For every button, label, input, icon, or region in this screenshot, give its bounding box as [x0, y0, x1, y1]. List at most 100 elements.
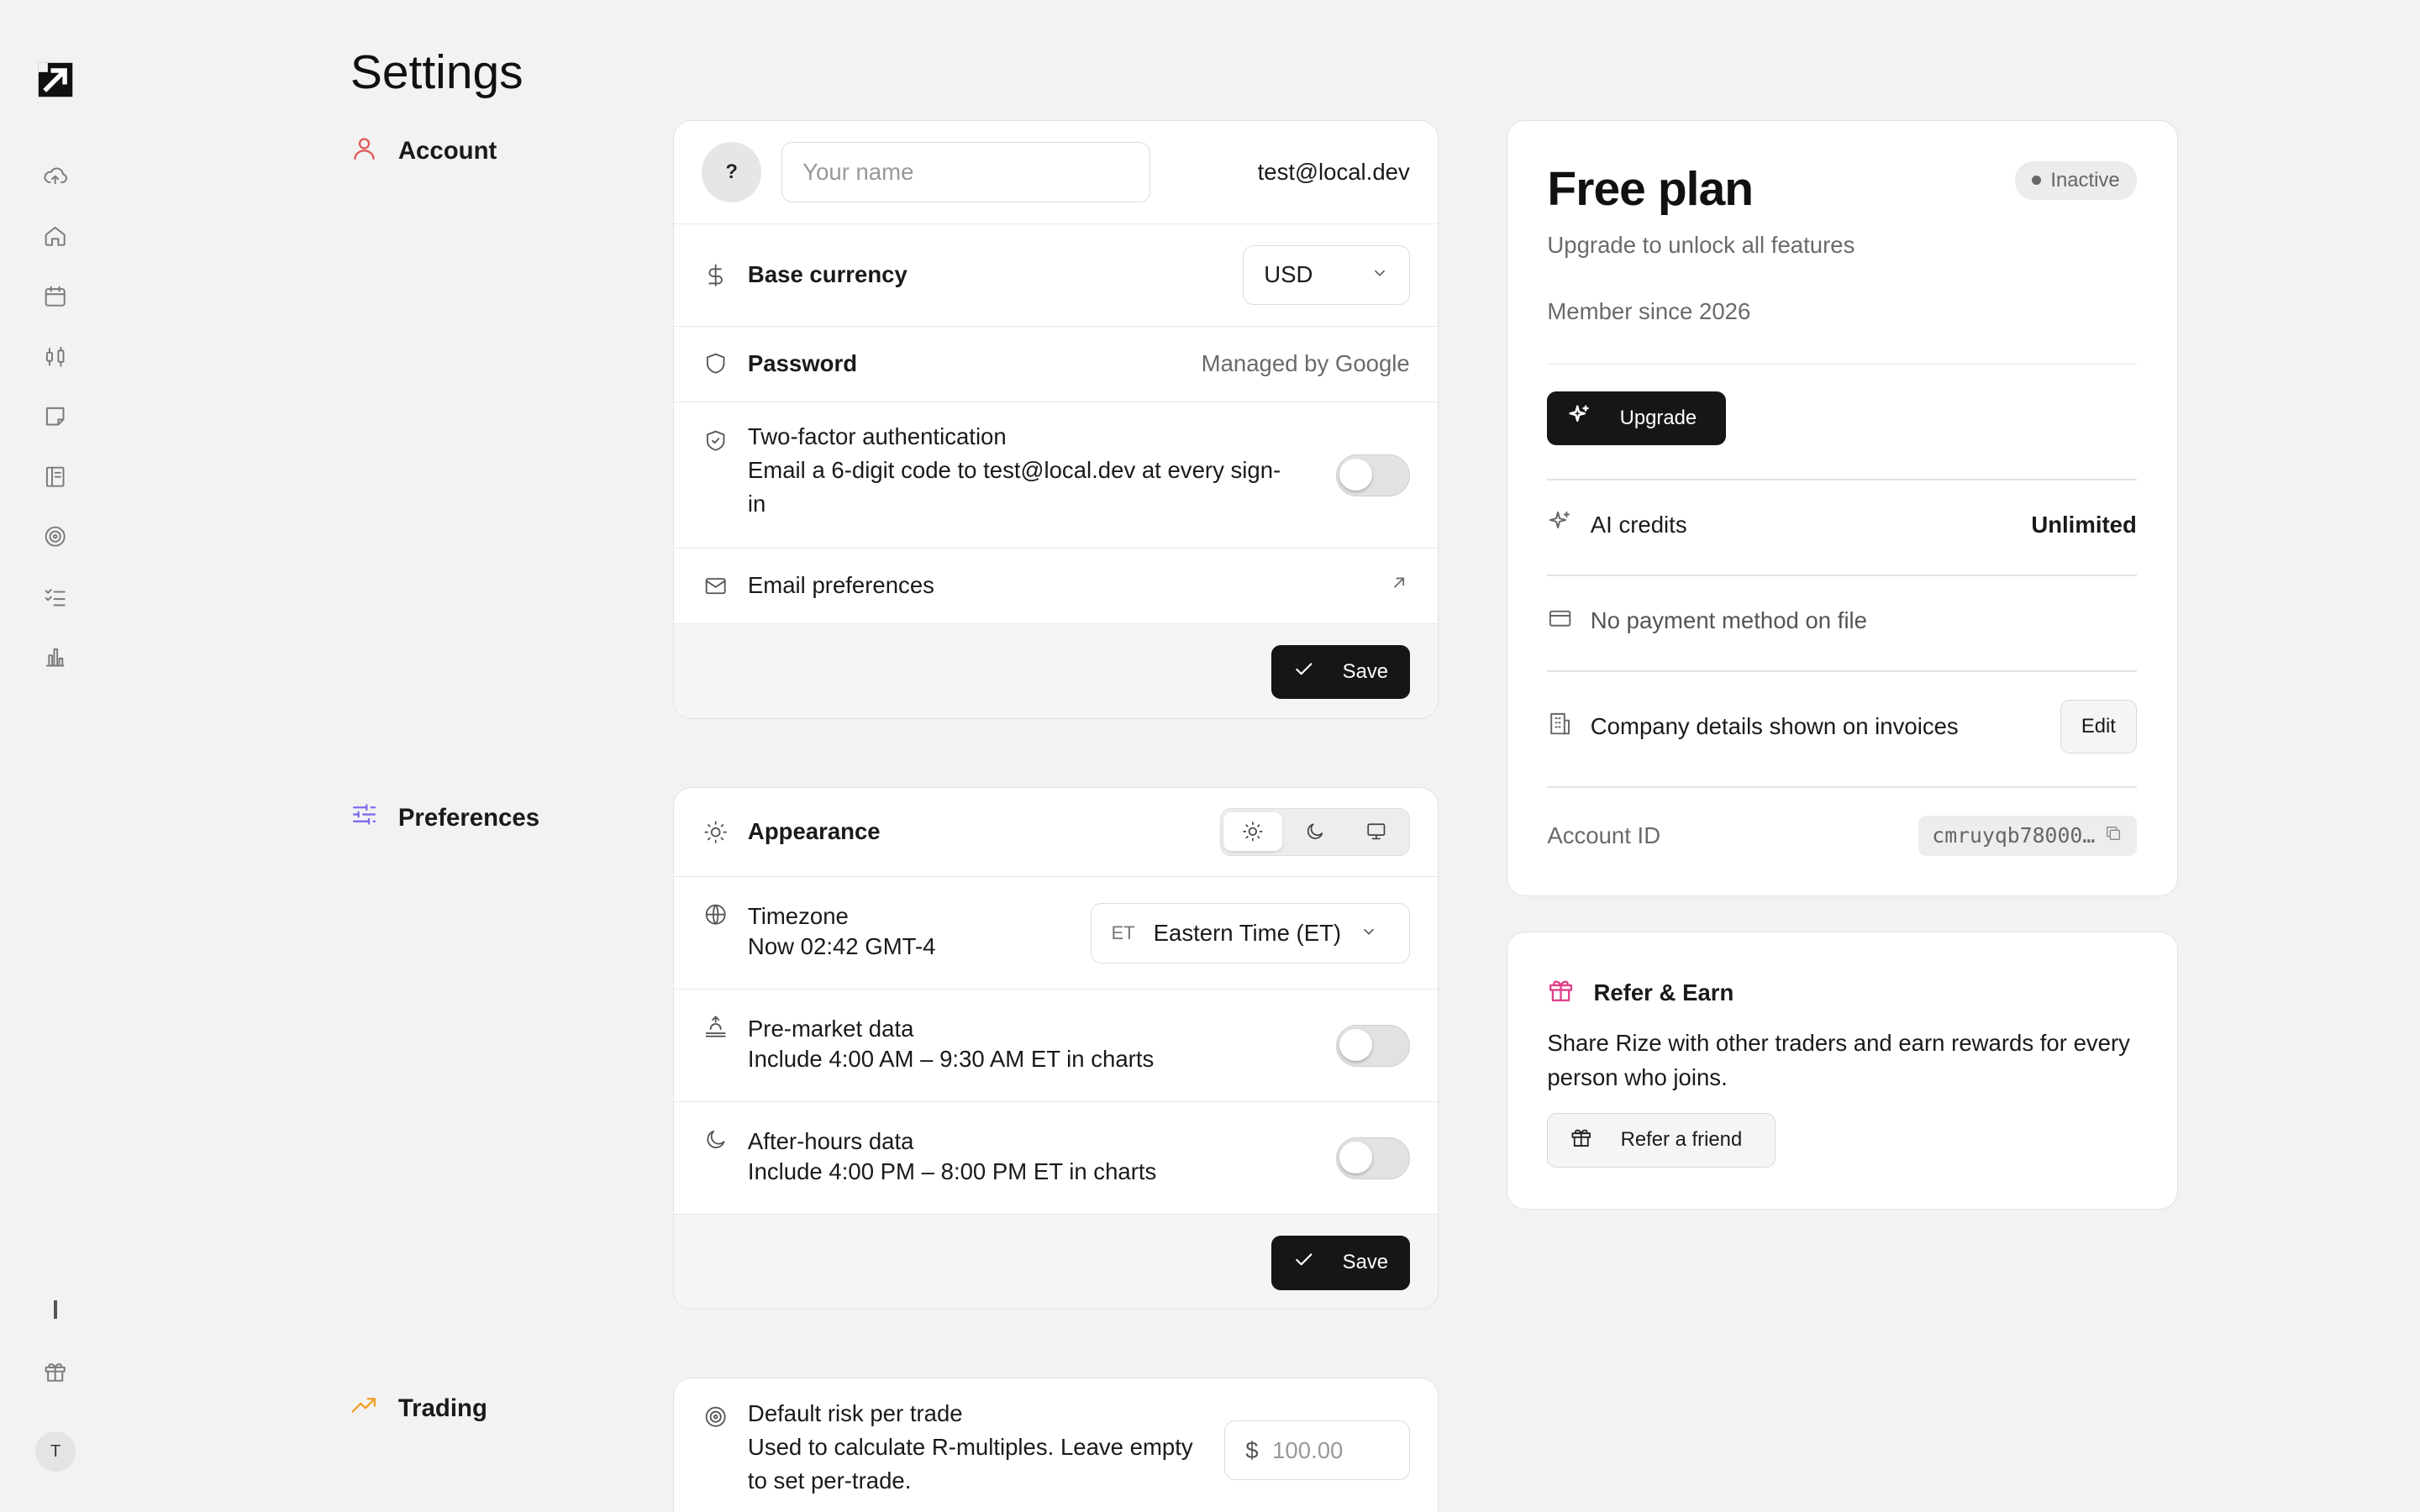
preferences-card: Appearance Timezone Now 02:42 GMT-4 ET E… [672, 786, 1439, 1310]
theme-dark-button[interactable] [1286, 812, 1344, 851]
upgrade-label: Upgrade [1619, 406, 1697, 429]
refer-header: Refer & Earn [1547, 976, 1733, 1011]
preferences-save-button[interactable]: Save [1271, 1236, 1410, 1290]
target-icon [702, 1404, 729, 1431]
timezone-select[interactable]: ET Eastern Time (ET) [1090, 902, 1410, 963]
theme-system-button[interactable] [1347, 812, 1406, 851]
globe-icon [702, 900, 729, 928]
twofa-label: Two-factor authentication [747, 423, 1007, 450]
shield-icon [702, 349, 729, 377]
afterhours-toggle[interactable] [1335, 1137, 1410, 1179]
section-preferences-label: Preferences [397, 803, 540, 832]
book-icon[interactable] [40, 461, 71, 492]
edit-label: Edit [2081, 715, 2116, 738]
account-email: test@local.dev [1257, 159, 1410, 186]
gift-icon [1570, 1126, 1593, 1155]
name-input[interactable]: Your name [781, 142, 1151, 203]
plan-status: Inactive [2050, 168, 2120, 192]
afterhours-description: Include 4:00 PM – 8:00 PM ET in charts [747, 1158, 1157, 1184]
password-label: Password [747, 350, 858, 376]
base-currency-label: Base currency [747, 261, 908, 288]
candlestick-icon[interactable] [40, 341, 71, 372]
gift-icon [1547, 976, 1575, 1011]
email-preferences-label: Email preferences [747, 572, 934, 599]
gift-icon[interactable] [40, 1356, 71, 1387]
account-card: ? Your name test@local.dev Base currency… [672, 120, 1439, 719]
risk-row: Default risk per trade Used to calculate… [674, 1378, 1438, 1512]
account-id-chip[interactable]: cmruyqb78000… [1918, 815, 2137, 856]
sidebar: T [0, 0, 111, 1512]
afterhours-label: After-hours data [747, 1127, 914, 1154]
chevron-down-icon [1360, 920, 1378, 947]
company-label: Company details shown on invoices [1590, 713, 1959, 740]
sunrise-icon [702, 1013, 729, 1041]
premarket-row: Pre-market data Include 4:00 AM – 9:30 A… [673, 990, 1438, 1103]
plan-subtitle: Upgrade to unlock all features [1547, 232, 1855, 259]
risk-input[interactable]: $ 100.00 [1224, 1420, 1410, 1481]
sliders-icon [350, 801, 378, 835]
company-row: Company details shown on invoices Edit [1547, 700, 2137, 754]
company-edit-button[interactable]: Edit [2060, 700, 2137, 754]
preferences-save-label: Save [1342, 1251, 1389, 1274]
copy-icon[interactable] [2104, 823, 2123, 848]
twofa-row: Two-factor authentication Email a 6-digi… [673, 402, 1438, 549]
base-currency-select[interactable]: USD [1243, 244, 1410, 306]
divider [1547, 785, 2137, 788]
member-since: Member since 2026 [1547, 298, 1751, 325]
refer-card: Refer & Earn Share Rize with other trade… [1506, 932, 2178, 1210]
twofa-toggle[interactable] [1335, 454, 1410, 496]
target-icon[interactable] [40, 522, 71, 553]
ai-credits-label: AI credits [1590, 512, 1687, 538]
cloud-upload-icon[interactable] [40, 160, 71, 192]
ai-credits-value: Unlimited [2031, 512, 2137, 538]
logo-icon[interactable] [37, 61, 74, 98]
credit-card-icon [1547, 605, 1590, 637]
section-account: Account [350, 134, 497, 169]
name-placeholder: Your name [802, 159, 914, 186]
calendar-icon[interactable] [40, 281, 71, 312]
upgrade-button[interactable]: Upgrade [1547, 391, 1727, 445]
divider [1547, 479, 2137, 481]
twofa-description: Email a 6-digit code to test@local.dev a… [747, 456, 1281, 517]
account-id-label: Account ID [1547, 822, 1661, 848]
section-preferences: Preferences [350, 801, 539, 835]
refer-title: Refer & Earn [1593, 979, 1734, 1006]
account-save-label: Save [1342, 659, 1389, 683]
external-link-icon[interactable] [1388, 571, 1410, 600]
bar-chart-icon[interactable] [40, 642, 71, 673]
risk-prefix: $ [1245, 1436, 1259, 1463]
divider [1547, 575, 2137, 577]
appearance-label: Appearance [747, 818, 881, 845]
section-account-label: Account [397, 137, 497, 165]
account-save-button[interactable]: Save [1271, 644, 1410, 700]
home-icon[interactable] [40, 221, 71, 252]
trading-card: Default risk per trade Used to calculate… [672, 1378, 1439, 1512]
checklist-icon[interactable] [40, 581, 71, 612]
plan-card: Free plan Inactive Upgrade to unlock all… [1506, 120, 2178, 897]
divider [1547, 670, 2137, 672]
timezone-row: Timezone Now 02:42 GMT-4 ET Eastern Time… [673, 877, 1438, 990]
user-avatar[interactable]: T [35, 1431, 76, 1473]
premarket-label: Pre-market data [747, 1015, 914, 1042]
check-icon [1293, 1249, 1315, 1277]
email-preferences-row[interactable]: Email preferences [673, 549, 1438, 624]
divider [54, 1300, 57, 1320]
base-currency-value: USD [1264, 261, 1313, 288]
refer-friend-button[interactable]: Refer a friend [1547, 1113, 1776, 1168]
account-id-value: cmruyqb78000… [1932, 823, 2096, 848]
chevron-down-icon [1370, 261, 1389, 288]
trending-up-icon [350, 1392, 378, 1426]
section-trading-label: Trading [397, 1394, 487, 1423]
user-icon [350, 134, 378, 169]
premarket-toggle[interactable] [1335, 1025, 1410, 1067]
theme-light-button[interactable] [1223, 811, 1283, 851]
account-footer: Save [673, 623, 1438, 718]
profile-avatar[interactable]: ? [701, 142, 762, 203]
note-icon[interactable] [40, 402, 71, 433]
preferences-footer: Save [673, 1215, 1438, 1310]
status-dot [2032, 176, 2042, 186]
appearance-switcher [1219, 807, 1410, 856]
moon-icon [702, 1126, 729, 1153]
profile-row: ? Your name test@local.dev [673, 121, 1438, 225]
shield-check-icon [702, 427, 729, 454]
